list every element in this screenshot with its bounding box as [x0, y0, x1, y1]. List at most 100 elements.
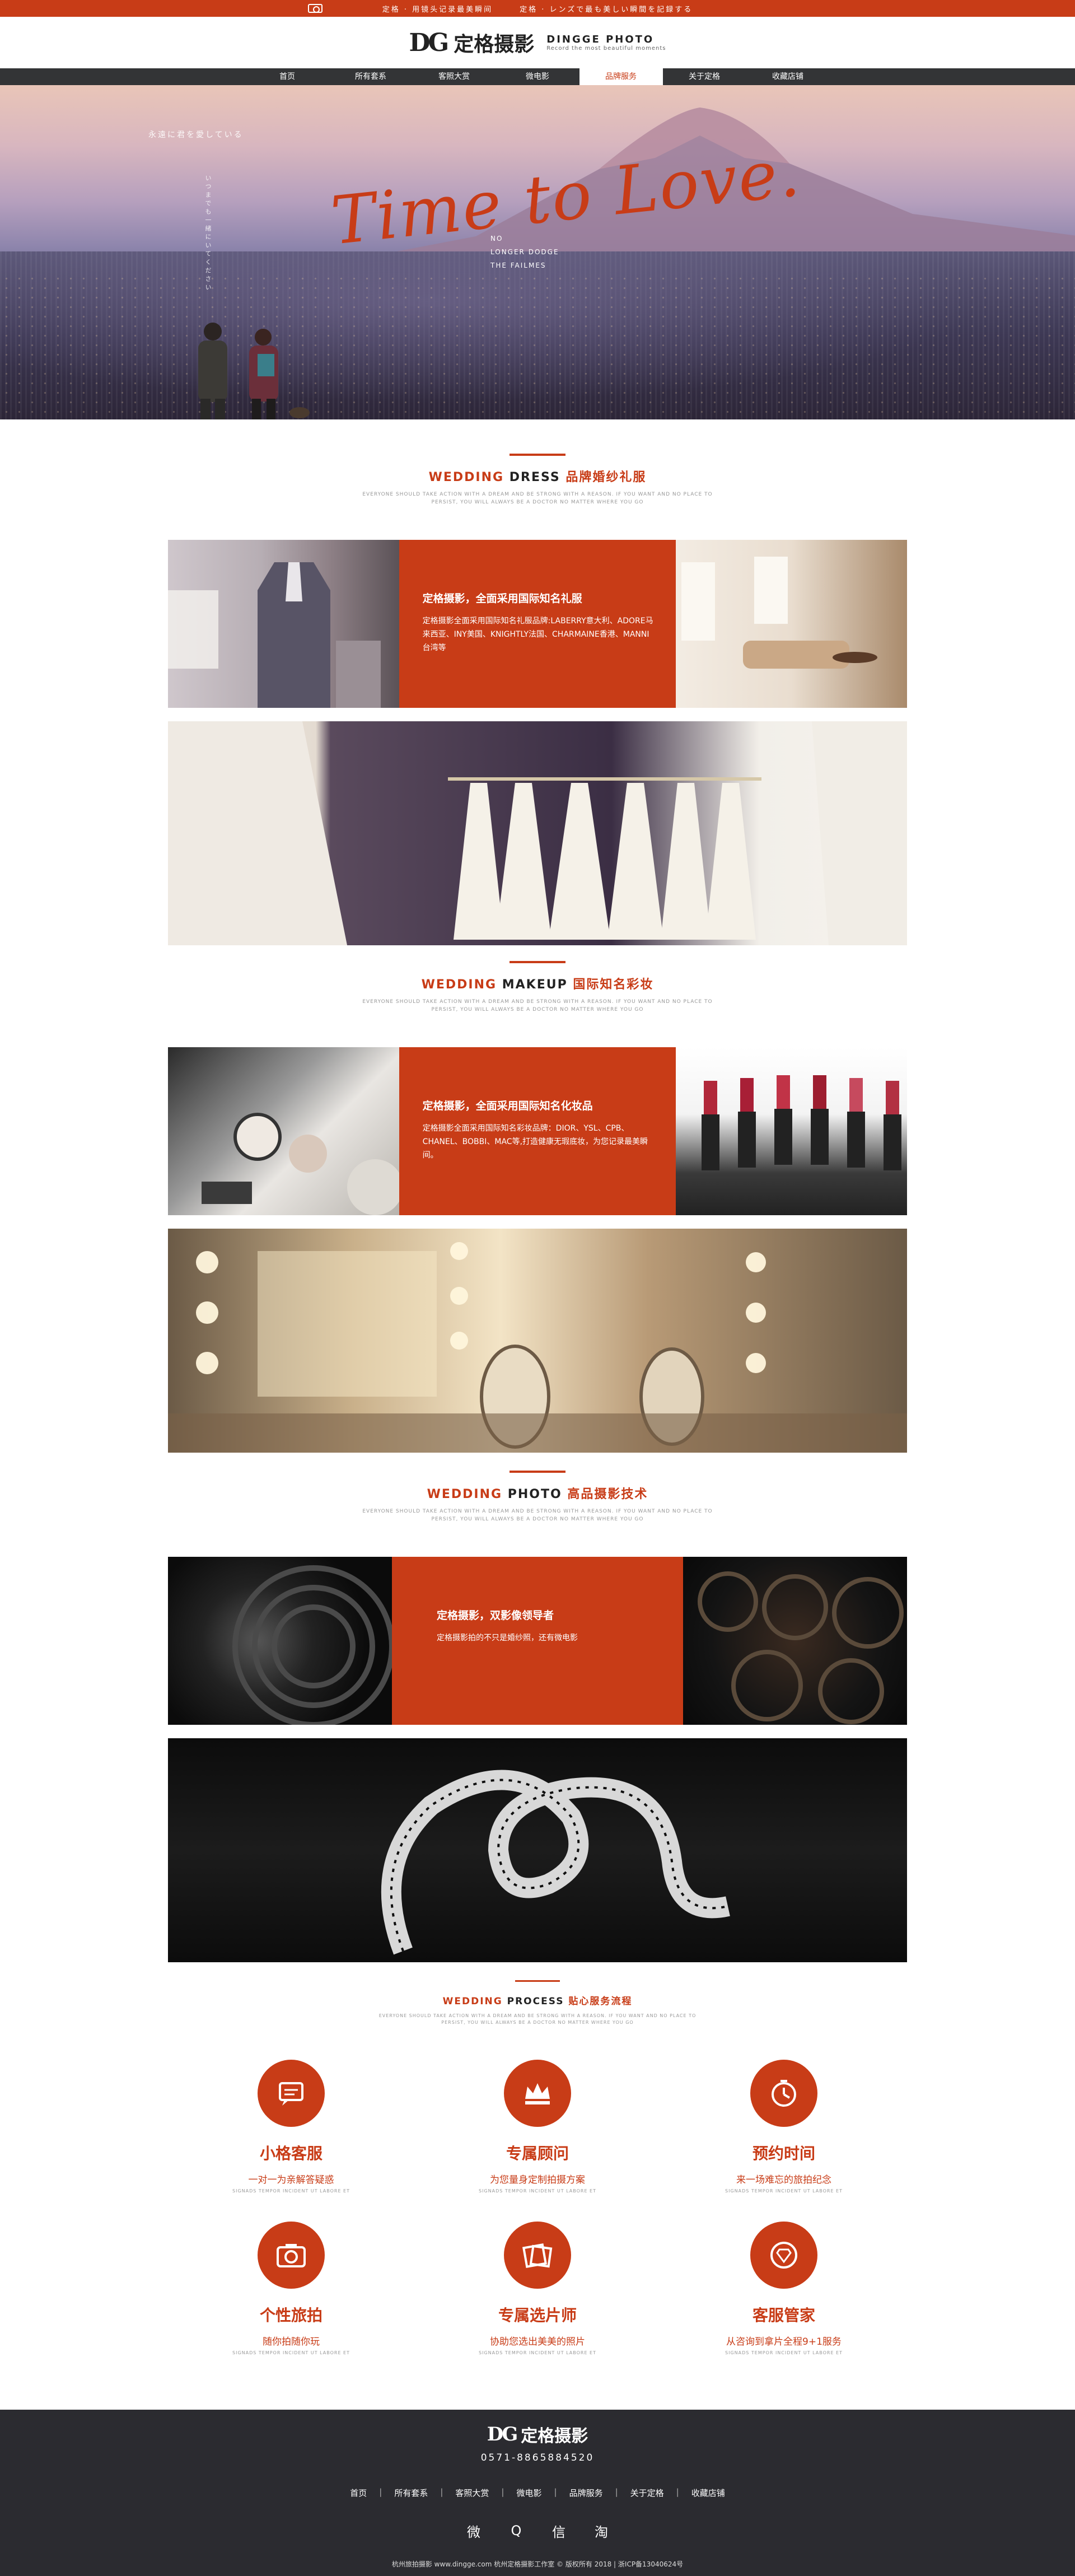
social-icons: 微 Q 信 淘	[0, 2522, 1075, 2540]
process-step: 预约时间 来一场难忘的旅拍纪念 SIGNADS TEMPOR INCIDENT …	[661, 2060, 907, 2194]
heading-main: MAKEUP	[502, 978, 568, 992]
logo-mark: DG	[409, 28, 450, 57]
process-step-title: 预约时间	[752, 2144, 815, 2163]
hero-tagline-2: LONGER DODGE	[490, 248, 559, 256]
process-step-desc: 从咨询到拿片全程9+1服务	[726, 2336, 842, 2348]
section-dress: WEDDING DRESS 品牌婚纱礼服 EVERYONE SHOULD TAK…	[0, 454, 1075, 945]
qq-icon[interactable]: Q	[507, 2522, 526, 2539]
chat-icon	[258, 2060, 325, 2127]
section-heading: WEDDING PROCESS 贴心服务流程	[0, 1993, 1075, 2007]
site-logo[interactable]: DG 定格摄影 DINGGE PHOTO Record the most bea…	[409, 28, 666, 57]
subtitle-line-1: EVERYONE SHOULD TAKE ACTION WITH A DREAM…	[378, 2013, 697, 2018]
process-step-caption: SIGNADS TEMPOR INCIDENT UT LABORE ET	[725, 2350, 843, 2355]
subtitle-line-2: PERSIST, YOU WILL ALWAYS BE A DOCTOR NO …	[441, 2020, 634, 2025]
hero-tagline-3: THE FAILMES	[490, 262, 546, 269]
wechat-icon[interactable]: 信	[549, 2522, 568, 2540]
heading-wedding: WEDDING	[427, 1487, 503, 1501]
nav-favorite-store[interactable]: 收藏店铺	[746, 68, 830, 85]
heading-cn: 高品摄影技术	[567, 1487, 648, 1501]
nav-micro-film[interactable]: 微电影	[496, 68, 579, 85]
nav-home[interactable]: 首页	[246, 68, 329, 85]
shop-illustration	[681, 557, 878, 669]
section-photo: WEDDING PHOTO 高品摄影技术 EVERYONE SHOULD TAK…	[0, 1471, 1075, 1962]
footer-nav-home[interactable]: 首页	[338, 2487, 379, 2499]
couple-silhouette	[198, 323, 310, 419]
camera-lens-photo	[168, 1557, 392, 1725]
film-illustration	[381, 1770, 730, 1955]
logo-name: 定格摄影	[454, 32, 535, 56]
process-step-desc: 随你拍随你玩	[263, 2336, 320, 2348]
suit-illustration	[168, 562, 381, 708]
process-step: 专属顾问 为您量身定制拍摄方案 SIGNADS TEMPOR INCIDENT …	[414, 2060, 661, 2194]
nav-packages[interactable]: 所有套系	[329, 68, 413, 85]
process-step: 小格客服 一对一为亲解答疑惑 SIGNADS TEMPOR INCIDENT U…	[168, 2060, 414, 2194]
clock-icon	[750, 2060, 817, 2127]
photos-icon	[504, 2222, 571, 2289]
suit-photo	[168, 540, 399, 708]
subtitle-line-1: EVERYONE SHOULD TAKE ACTION WITH A DREAM…	[362, 999, 713, 1005]
logo-english: DINGGE PHOTO	[546, 34, 655, 45]
film-reel-photo	[168, 1738, 907, 1962]
process-step-caption: SIGNADS TEMPOR INCIDENT UT LABORE ET	[725, 2188, 843, 2194]
weibo-icon[interactable]: 微	[464, 2522, 483, 2540]
copyright: 杭州旅拍摄影 www.dingge.com 杭州定格摄影工作室 © 版权所有 2…	[391, 2560, 684, 2568]
footer-nav-about[interactable]: 关于定格	[618, 2487, 676, 2499]
hero-tagline-1: NO	[490, 235, 503, 242]
process-step-caption: SIGNADS TEMPOR INCIDENT UT LABORE ET	[232, 2188, 350, 2194]
section-process: WEDDING PROCESS 贴心服务流程 EVERYONE SHOULD T…	[0, 1980, 1075, 2355]
hero-banner: 永遠に君を愛している いつまでも一緒にいてください Time to Love. …	[0, 85, 1075, 419]
footer-logo-name: 定格摄影	[521, 2426, 588, 2446]
nav-gallery[interactable]: 客照大赏	[413, 68, 496, 85]
photo-panel-text: 定格摄影拍的不只是婚纱照，还有微电影	[437, 1634, 578, 1642]
nav-about[interactable]: 关于定格	[663, 68, 746, 85]
bridal-shop-photo	[676, 540, 908, 708]
footer-nav-packages[interactable]: 所有套系	[382, 2487, 440, 2499]
photo-panel-title: 定格摄影，双影像领导者	[437, 1609, 554, 1622]
footer-nav-micro-film[interactable]: 微电影	[504, 2487, 554, 2499]
footer-nav-gallery[interactable]: 客照大赏	[443, 2487, 501, 2499]
process-step-caption: SIGNADS TEMPOR INCIDENT UT LABORE ET	[232, 2350, 350, 2355]
process-step: 专属选片师 协助您选出美美的照片 SIGNADS TEMPOR INCIDENT…	[414, 2222, 661, 2355]
studio-illustration	[168, 1242, 907, 1453]
heading-cn: 品牌婚纱礼服	[565, 470, 647, 484]
top-banner-text-cn: 定格 · 用镜头记录最美瞬间	[382, 5, 493, 14]
cosmetics-illustration	[202, 1113, 399, 1215]
process-step-title: 专属选片师	[498, 2306, 577, 2325]
section-subtitle: EVERYONE SHOULD TAKE ACTION WITH A DREAM…	[0, 1508, 1075, 1523]
process-title: WEDDING PROCESS 贴心服务流程 EVERYONE SHOULD T…	[0, 1980, 1075, 2026]
section-makeup: WEDDING MAKEUP 国际知名彩妆 EVERYONE SHOULD TA…	[0, 961, 1075, 1453]
process-step-desc: 来一场难忘的旅拍纪念	[736, 2174, 831, 2186]
footer-nav: 首页 | 所有套系 | 客照大赏 | 微电影 | 品牌服务 | 关于定格 | 收藏店铺	[0, 2487, 1075, 2499]
subtitle-line-2: PERSIST, YOU WILL ALWAYS BE A DOCTOR NO …	[431, 1007, 644, 1012]
process-step-caption: SIGNADS TEMPOR INCIDENT UT LABORE ET	[479, 2350, 596, 2355]
heading-wedding: WEDDING	[442, 1996, 503, 2007]
section-title: WEDDING MAKEUP 国际知名彩妆 EVERYONE SHOULD TA…	[0, 961, 1075, 1014]
lipstick-illustration	[702, 1075, 902, 1170]
lens-row-photo	[683, 1557, 907, 1725]
logo-slogan: Record the most beautiful moments	[546, 45, 666, 52]
site-footer: DG 定格摄影 0571-8865884520 首页 | 所有套系 | 客照大赏 | …	[0, 2410, 1075, 2576]
dress-description-panel: 定格摄影，全面采用国际知名礼服 定格摄影全面采用国际知名礼服品牌:LABERRY…	[399, 540, 676, 708]
footer-logo-mark: DG	[487, 2423, 518, 2446]
footer-nav-favorite-store[interactable]: 收藏店铺	[679, 2487, 737, 2499]
nav-brand-service[interactable]: 品牌服务	[579, 68, 663, 85]
taobao-icon[interactable]: 淘	[592, 2522, 611, 2540]
process-step-title: 专属顾问	[506, 2144, 569, 2163]
lens-illustration	[232, 1565, 392, 1725]
process-step-title: 个性旅拍	[259, 2306, 322, 2325]
subtitle-line-2: PERSIST, YOU WILL ALWAYS BE A DOCTOR NO …	[431, 1516, 644, 1522]
title-bar	[510, 1471, 565, 1473]
process-step-title: 客服管家	[752, 2306, 815, 2325]
section-title: WEDDING DRESS 品牌婚纱礼服 EVERYONE SHOULD TAK…	[0, 454, 1075, 506]
footer-nav-brand-service[interactable]: 品牌服务	[557, 2487, 615, 2499]
process-step-desc: 一对一为亲解答疑惑	[248, 2174, 334, 2186]
process-step-caption: SIGNADS TEMPOR INCIDENT UT LABORE ET	[479, 2188, 596, 2194]
footer-logo[interactable]: DG 定格摄影	[0, 2422, 1075, 2447]
lens-row-illustration	[698, 1571, 904, 1724]
diamond-icon	[750, 2222, 817, 2289]
crown-icon	[504, 2060, 571, 2127]
subtitle-line-1: EVERYONE SHOULD TAKE ACTION WITH A DREAM…	[362, 1509, 713, 1514]
section-title: WEDDING PHOTO 高品摄影技术 EVERYONE SHOULD TAK…	[0, 1471, 1075, 1523]
process-step-title: 小格客服	[259, 2144, 322, 2163]
process-step-desc: 协助您选出美美的照片	[490, 2336, 585, 2348]
